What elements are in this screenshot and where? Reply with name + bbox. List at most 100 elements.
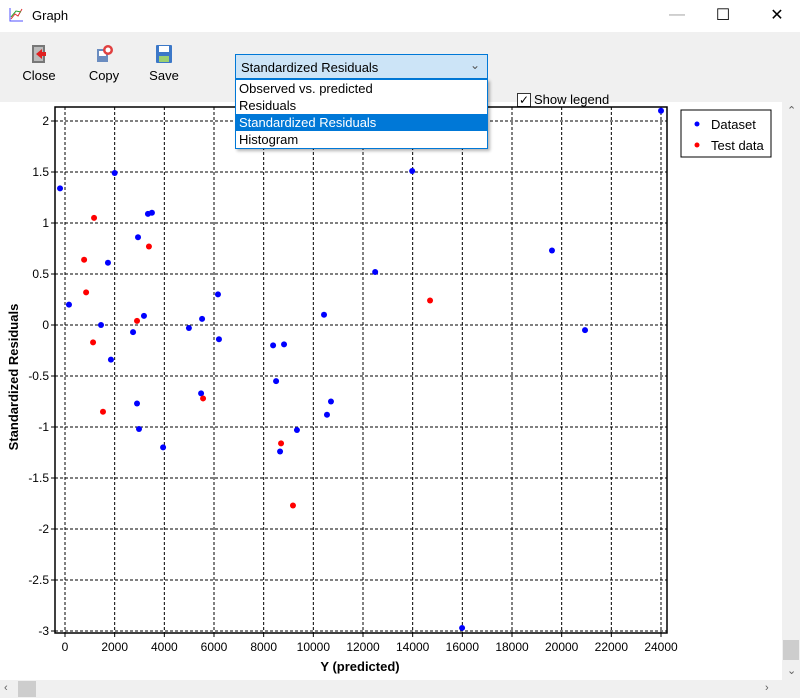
y-tick-label: 0 [42, 318, 49, 332]
x-tick-label: 22000 [595, 640, 629, 654]
y-tick-label: 1 [42, 216, 49, 230]
dataset-point [293, 427, 300, 434]
copy-label: Copy [88, 68, 120, 83]
y-tick-label: 2 [42, 114, 49, 128]
close-window-button[interactable]: ✕ [754, 0, 800, 30]
x-tick-label: 6000 [201, 640, 228, 654]
chevron-down-icon: ⌄ [469, 58, 480, 72]
dataset-point [148, 209, 155, 216]
scroll-up-icon[interactable]: ⌃ [787, 104, 796, 117]
dataset-point [214, 291, 221, 298]
test-data-point [90, 339, 97, 346]
x-tick-label: 0 [62, 640, 69, 654]
legend-label-test-data: Test data [711, 138, 765, 153]
title-bar: Graph — ☐ ✕ [0, 0, 800, 32]
vertical-scrollbar[interactable]: ⌃ ⌄ [782, 102, 800, 680]
dataset-point [107, 356, 114, 363]
y-tick-label: -2 [38, 522, 49, 536]
view-select-dropdown: Observed vs. predicted Residuals Standar… [235, 79, 488, 149]
x-tick-label: 18000 [495, 640, 529, 654]
dataset-point [459, 624, 466, 631]
x-tick-label: 2000 [101, 640, 128, 654]
dataset-point [160, 444, 167, 451]
test-data-point [427, 297, 434, 304]
x-tick-label: 24000 [644, 640, 678, 654]
dataset-point [409, 167, 416, 174]
view-select[interactable]: Standardized Residuals ⌄ [235, 54, 488, 79]
maximize-button[interactable]: ☐ [700, 0, 746, 30]
scrollbar-corner [782, 680, 800, 698]
y-tick-label: -2.5 [28, 573, 49, 587]
dataset-point [57, 185, 64, 192]
x-axis-label: Y (predicted) [320, 659, 399, 674]
dataset-point [281, 341, 288, 348]
window-title: Graph [32, 8, 69, 23]
dataset-point [65, 301, 72, 308]
horizontal-scrollbar[interactable]: ‹ › [0, 680, 782, 698]
legend-label-dataset: Dataset [711, 117, 756, 132]
scatter-chart: -3 -2.5 -2 -1.5 -1 -0.5 0 0.5 1 1.5 2 0 2000 4000 6000… [6, 106, 772, 674]
option-residuals[interactable]: Residuals [236, 97, 487, 114]
x-tick-label: 16000 [446, 640, 480, 654]
x-tick-label: 8000 [250, 640, 277, 654]
view-select-value: Standardized Residuals [241, 60, 379, 75]
dataset-point [548, 247, 555, 254]
plot-frame [54, 106, 668, 634]
dataset-point [277, 448, 284, 455]
test-data-point [200, 395, 207, 402]
scroll-right-icon[interactable]: › [765, 682, 769, 694]
dataset-point [270, 342, 277, 349]
dataset-point [198, 390, 205, 397]
dataset-point [658, 107, 664, 114]
dataset-point [130, 329, 137, 336]
save-floppy-icon [156, 45, 172, 63]
legend-marker-dataset [694, 121, 700, 127]
y-tick-label: -3 [38, 624, 49, 638]
test-data-point [91, 214, 98, 221]
dataset-point [199, 315, 206, 322]
dataset-point [135, 234, 142, 241]
dataset-point [582, 327, 589, 334]
dataset-point [136, 426, 143, 433]
dataset-point [321, 311, 328, 318]
dataset-point [140, 312, 147, 319]
test-data-point [99, 408, 106, 415]
option-histogram[interactable]: Histogram [236, 131, 487, 148]
test-data-point [81, 256, 88, 263]
y-tick-label: 0.5 [32, 267, 49, 281]
y-axis-label: Standardized Residuals [6, 304, 21, 451]
scroll-down-icon[interactable]: ⌄ [787, 664, 796, 677]
exit-door-icon [32, 45, 46, 63]
dataset-point [273, 378, 280, 385]
save-button[interactable]: Save [142, 44, 186, 83]
legend: Dataset Test data [680, 109, 772, 158]
dataset-point [185, 325, 192, 332]
dataset-point [372, 268, 379, 275]
y-tick-label: -1.5 [28, 471, 49, 485]
save-label: Save [149, 68, 179, 83]
dataset-point [323, 411, 330, 418]
x-tick-label: 10000 [297, 640, 331, 654]
test-data-point [289, 502, 296, 509]
vertical-scroll-thumb[interactable] [783, 640, 799, 660]
option-observed-vs-predicted[interactable]: Observed vs. predicted [236, 80, 487, 97]
test-data-point [278, 440, 285, 447]
horizontal-scroll-thumb[interactable] [18, 681, 36, 697]
x-tick-label: 12000 [346, 640, 380, 654]
close-button[interactable]: Close [17, 44, 61, 83]
y-tick-label: -0.5 [28, 369, 49, 383]
dataset-point [327, 398, 334, 405]
dataset-point [111, 170, 118, 177]
test-data-point [83, 289, 90, 296]
dataset-point [98, 322, 105, 328]
graph-app-icon [9, 8, 23, 22]
copy-button[interactable]: Copy [82, 44, 126, 83]
legend-marker-test-data [694, 142, 700, 148]
option-standardized-residuals[interactable]: Standardized Residuals [236, 114, 487, 131]
dataset-point [104, 259, 111, 266]
y-tick-label: 1.5 [32, 165, 49, 179]
test-data-point [134, 317, 141, 324]
minimize-button[interactable]: — [654, 0, 700, 30]
dataset-point [215, 336, 222, 343]
scroll-left-icon[interactable]: ‹ [4, 682, 8, 694]
